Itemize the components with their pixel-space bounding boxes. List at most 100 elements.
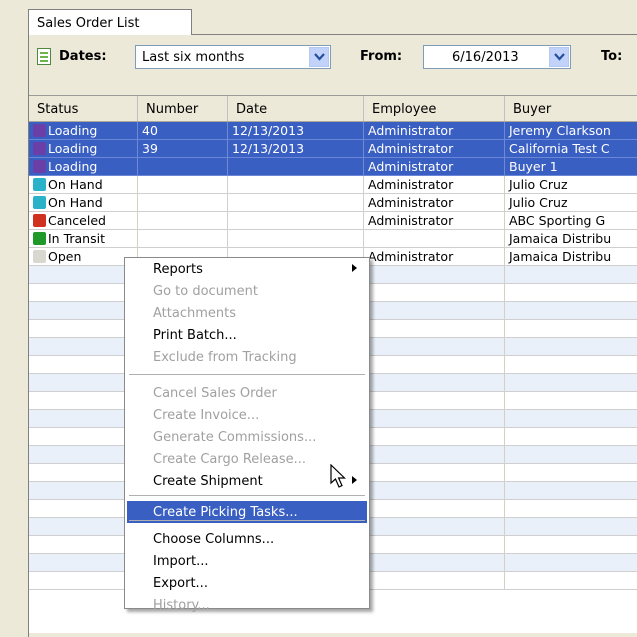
status-icon <box>33 178 46 191</box>
table-row[interactable]: Loading Administrator Buyer 1 <box>29 158 637 176</box>
cell-buyer <box>505 284 637 302</box>
submenu-arrow-icon <box>352 476 357 484</box>
cell-buyer <box>505 392 637 410</box>
column-header-buyer[interactable]: Buyer <box>505 96 637 121</box>
column-header-number[interactable]: Number <box>138 96 228 121</box>
menu-item-export[interactable]: Export... <box>127 572 367 594</box>
cell-status <box>29 554 138 572</box>
table-row[interactable]: On Hand Administrator Julio Cruz <box>29 176 637 194</box>
from-label: From: <box>360 49 403 64</box>
status-icon <box>33 160 46 173</box>
cell-status: In Transit <box>29 230 138 248</box>
menu-item-import[interactable]: Import... <box>127 550 367 572</box>
status-text: Open <box>48 249 82 264</box>
menu-item-label: Create Picking Tasks... <box>153 505 298 520</box>
cell-buyer: Jamaica Distribu <box>505 230 637 248</box>
menu-item-go-to-document[interactable]: Go to document <box>127 280 367 302</box>
tab-sales-order-list[interactable]: Sales Order List <box>28 9 192 35</box>
cell-date <box>228 176 364 194</box>
cell-status <box>29 482 138 500</box>
cell-status <box>29 428 138 446</box>
cell-buyer <box>505 338 637 356</box>
cell-status <box>29 374 138 392</box>
cell-number <box>138 194 228 212</box>
menu-item-reports[interactable]: Reports <box>127 258 367 280</box>
menu-item-choose-columns[interactable]: Choose Columns... <box>127 528 367 550</box>
menu-item-exclude-from-tracking[interactable]: Exclude from Tracking <box>127 346 367 368</box>
cell-employee <box>364 284 505 302</box>
cell-buyer: Jamaica Distribu <box>505 248 637 266</box>
cell-employee <box>364 554 505 572</box>
cell-date: 12/13/2013 <box>228 140 364 158</box>
cell-status <box>29 518 138 536</box>
cell-buyer <box>505 428 637 446</box>
chevron-down-icon[interactable] <box>309 47 329 67</box>
cell-buyer: Jeremy Clarkson <box>505 122 637 140</box>
menu-item-generate-commissions[interactable]: Generate Commissions... <box>127 426 367 448</box>
cell-buyer <box>505 518 637 536</box>
cell-employee: Administrator <box>364 158 505 176</box>
cell-number: 40 <box>138 122 228 140</box>
cell-status: On Hand <box>29 176 138 194</box>
cell-status <box>29 356 138 374</box>
filter-toolbar: Dates: Last six months From: 6/16/2013 T… <box>29 35 637 93</box>
cell-employee <box>364 392 505 410</box>
cell-status <box>29 464 138 482</box>
status-text: Loading <box>48 159 98 174</box>
status-text: In Transit <box>48 231 105 246</box>
cell-buyer: Julio Cruz <box>505 194 637 212</box>
table-row[interactable]: Loading 39 12/13/2013 Administrator Californ… <box>29 140 637 158</box>
cell-number: 39 <box>138 140 228 158</box>
document-icon <box>37 48 51 65</box>
menu-separator <box>129 520 365 521</box>
cell-buyer: Buyer 1 <box>505 158 637 176</box>
status-text: Loading <box>48 141 98 156</box>
to-label: To: <box>601 49 623 64</box>
cell-number <box>138 230 228 248</box>
cell-employee <box>364 428 505 446</box>
cell-buyer <box>505 482 637 500</box>
menu-item-cancel-sales-order[interactable]: Cancel Sales Order <box>127 382 367 404</box>
column-header-status[interactable]: Status <box>29 96 138 121</box>
cell-status <box>29 536 138 554</box>
column-header-employee[interactable]: Employee <box>364 96 505 121</box>
menu-separator <box>129 495 365 496</box>
cell-status: Open <box>29 248 138 266</box>
cell-employee <box>364 266 505 284</box>
cell-buyer: California Test C <box>505 140 637 158</box>
grid-header: Status Number Date Employee Buyer <box>29 96 637 122</box>
cell-buyer <box>505 554 637 572</box>
menu-item-attachments[interactable]: Attachments <box>127 302 367 324</box>
menu-item-print-batch[interactable]: Print Batch... <box>127 324 367 346</box>
mouse-pointer-icon <box>330 464 346 488</box>
table-row[interactable]: On Hand Administrator Julio Cruz <box>29 194 637 212</box>
cell-status: Canceled <box>29 212 138 230</box>
cell-employee: Administrator <box>364 140 505 158</box>
cell-employee: Administrator <box>364 212 505 230</box>
cell-employee: Administrator <box>364 248 505 266</box>
cell-date <box>228 212 364 230</box>
cell-employee <box>364 518 505 536</box>
status-text: Loading <box>48 123 98 138</box>
cell-status <box>29 500 138 518</box>
table-row[interactable]: Loading 40 12/13/2013 Administrator Jeremy C… <box>29 122 637 140</box>
context-menu: Reports Go to document Attachments Print… <box>124 257 370 613</box>
dates-dropdown[interactable]: Last six months <box>135 45 331 69</box>
cell-employee <box>364 536 505 554</box>
chevron-down-icon[interactable] <box>549 47 569 67</box>
cell-employee <box>364 410 505 428</box>
table-row[interactable]: Canceled Administrator ABC Sporting G <box>29 212 637 230</box>
status-icon <box>33 214 46 227</box>
cell-buyer: Julio Cruz <box>505 176 637 194</box>
cell-employee: Administrator <box>364 176 505 194</box>
menu-item-history[interactable]: History... <box>127 594 367 616</box>
cell-date: 12/13/2013 <box>228 122 364 140</box>
cell-date <box>228 230 364 248</box>
column-header-date[interactable]: Date <box>228 96 364 121</box>
cell-status <box>29 410 138 428</box>
table-row[interactable]: In Transit Jamaica Distribu <box>29 230 637 248</box>
menu-item-create-invoice[interactable]: Create Invoice... <box>127 404 367 426</box>
cell-buyer <box>505 572 637 590</box>
cell-status <box>29 392 138 410</box>
from-date-picker[interactable]: 6/16/2013 <box>423 45 571 69</box>
